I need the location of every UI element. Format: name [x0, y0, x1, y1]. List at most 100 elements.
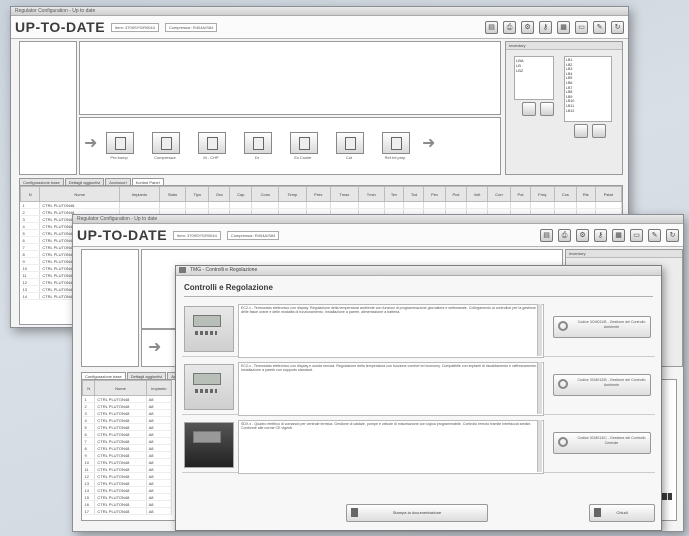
table-row[interactable]: 16 CTRL PLUTON48 A8	[82, 500, 173, 508]
table-row[interactable]: 7 CTRL PLUTON48 A8	[82, 437, 173, 445]
inventory-settings-button[interactable]	[592, 124, 606, 138]
table-row[interactable]: 8 CTRL PLUTON48 A8	[82, 444, 173, 452]
network-icon[interactable]: ⚙	[521, 20, 534, 34]
column-header[interactable]: Pstat	[594, 186, 622, 202]
table-row[interactable]: 14 CTRL PLUTON48 A8	[82, 486, 173, 494]
table-row[interactable]: 3 CTRL PLUTON48 A8	[82, 409, 173, 417]
table-row[interactable]: 5 CTRL PLUTON48 A8	[82, 423, 173, 431]
column-header[interactable]: Tcd	[403, 186, 425, 202]
key-icon[interactable]: ⚷	[594, 228, 607, 242]
table-icon[interactable]: ▦	[557, 20, 570, 34]
table-row[interactable]: 13 CTRL PLUTON48 A8	[82, 479, 173, 487]
monitor-icon[interactable]: ▭	[575, 20, 588, 34]
column-header[interactable]: Freq	[529, 186, 555, 202]
table-cell	[229, 201, 253, 209]
tree-pane[interactable]	[19, 41, 77, 175]
column-header[interactable]: N	[82, 380, 96, 396]
column-header[interactable]: Tev	[383, 186, 405, 202]
column-header[interactable]: Cons	[251, 186, 280, 202]
table-cell: A8	[146, 423, 173, 431]
key-icon[interactable]: ⚷	[539, 20, 552, 34]
table-row[interactable]: 12 CTRL PLUTON48 A8	[82, 472, 173, 480]
column-header[interactable]: Pres	[305, 186, 331, 202]
compressor-field[interactable]: Compressor: R404A/S84	[226, 230, 280, 240]
network-icon[interactable]: ⚙	[576, 228, 589, 242]
inventory-left-list[interactable]: LBA LB LB2	[514, 56, 554, 100]
column-header[interactable]: Volt	[466, 186, 488, 202]
column-header[interactable]: Nome	[94, 380, 147, 396]
product-action-button[interactable]: Codice 3CM012/B - Gestione del Controllo…	[553, 374, 651, 396]
list-item[interactable]: LB12	[566, 109, 610, 114]
refresh-icon[interactable]: ↻	[611, 20, 624, 34]
edit-icon[interactable]: ✎	[648, 228, 661, 242]
flow-step-3[interactable]	[198, 132, 226, 154]
column-header[interactable]: Tipo	[185, 186, 210, 202]
product-action-button[interactable]: Codice 3CM011/B - Gestione del Controllo…	[553, 316, 651, 338]
tree-pane[interactable]	[81, 249, 139, 367]
flow-step-4[interactable]	[244, 132, 272, 154]
table-cell: 4	[82, 416, 96, 424]
description-scrollbar[interactable]	[537, 304, 542, 356]
column-header[interactable]: Cos	[553, 186, 577, 202]
table-row[interactable]: 10 CTRL PLUTON48 A8	[82, 458, 173, 466]
close-button[interactable]: Chiudi	[589, 504, 655, 522]
description-scrollbar[interactable]	[537, 420, 542, 472]
item-field[interactable]: Item: 3709SYS/R0044	[111, 22, 159, 32]
table-cell: 8	[20, 250, 41, 258]
table-cell: CTRL PLUTON48	[94, 507, 147, 515]
product-action-button[interactable]: Codice 3CM013/C - Gestione del Controllo…	[553, 432, 651, 454]
table-row[interactable]: 2 CTRL PLUTON48 A8	[82, 402, 173, 410]
inventory-edit-button[interactable]	[540, 102, 554, 116]
inventory-add-button[interactable]	[522, 102, 536, 116]
column-header[interactable]: Tmin	[357, 186, 385, 202]
monitor-icon[interactable]: ▭	[630, 228, 643, 242]
column-header[interactable]: Temp	[278, 186, 307, 202]
flow-step-5[interactable]	[290, 132, 318, 154]
table-icon[interactable]: ▦	[612, 228, 625, 242]
table-row[interactable]: 6 CTRL PLUTON48 A8	[82, 430, 173, 438]
column-header[interactable]: Stato	[158, 186, 187, 202]
canvas-pane[interactable]	[79, 41, 501, 115]
flow-step-6[interactable]	[336, 132, 364, 154]
column-header[interactable]: Pev	[423, 186, 446, 202]
column-header[interactable]: N	[20, 186, 41, 202]
flow-step-2[interactable]	[152, 132, 180, 154]
compressor-field[interactable]: Compressor: R404A/S84	[164, 22, 218, 32]
column-header[interactable]: Nome	[39, 186, 121, 202]
inventory-remove-button[interactable]	[574, 124, 588, 138]
column-header[interactable]: Impianto	[119, 186, 160, 202]
inventory-right-list[interactable]: LB1 LB2 LB3 LB4 LB5 LB6 LB7 LB8 LB9 LB10…	[564, 56, 612, 122]
column-header[interactable]: Tmax	[329, 186, 359, 202]
table-row[interactable]: 1 CTRL PLUTON48	[20, 201, 622, 209]
item-field[interactable]: Item: 3709SYS/R0044	[173, 230, 221, 240]
table-row[interactable]: 4 CTRL PLUTON48 A8	[82, 416, 173, 424]
table-cell: 4	[20, 222, 41, 230]
column-header[interactable]: Corr	[486, 186, 512, 202]
edit-icon[interactable]: ✎	[593, 20, 606, 34]
table-row[interactable]: 15 CTRL PLUTON48 A8	[82, 493, 173, 501]
document-icon[interactable]: ▤	[485, 20, 498, 34]
thermostat-image	[184, 364, 234, 410]
column-header[interactable]: Impianto	[145, 380, 173, 396]
table-row[interactable]: 9 CTRL PLUTON48 A8	[82, 451, 173, 459]
column-header[interactable]: Ris	[575, 186, 596, 202]
table-row[interactable]: 1 CTRL PLUTON48 A8	[82, 395, 173, 403]
column-header[interactable]: Cap	[229, 186, 253, 202]
column-header[interactable]: Ora	[208, 186, 231, 202]
document-icon[interactable]: ▤	[540, 228, 553, 242]
flow-step-7[interactable]	[382, 132, 410, 154]
inventory-panel: Inventory LBA LB LB2 LB1 LB2 LB3 LB4 LB5…	[505, 41, 623, 175]
printer-icon[interactable]: ⎙	[558, 228, 571, 242]
print-documentation-button[interactable]: Stampa la documentazione	[346, 504, 488, 522]
refresh-icon[interactable]: ↻	[666, 228, 679, 242]
close-label: Chiudi	[616, 510, 628, 515]
column-header[interactable]: Pot	[510, 186, 531, 202]
list-item[interactable]: LB2	[516, 68, 552, 73]
printer-icon[interactable]: ⎙	[503, 20, 516, 34]
flow-step-1[interactable]	[106, 132, 134, 154]
table-row[interactable]: 17 CTRL PLUTON48 A8	[82, 507, 173, 515]
description-scrollbar[interactable]	[537, 362, 542, 414]
table-row[interactable]: 11 CTRL PLUTON48 A8	[82, 465, 173, 473]
table-cell	[403, 201, 425, 209]
column-header[interactable]: Pcd	[444, 186, 468, 202]
